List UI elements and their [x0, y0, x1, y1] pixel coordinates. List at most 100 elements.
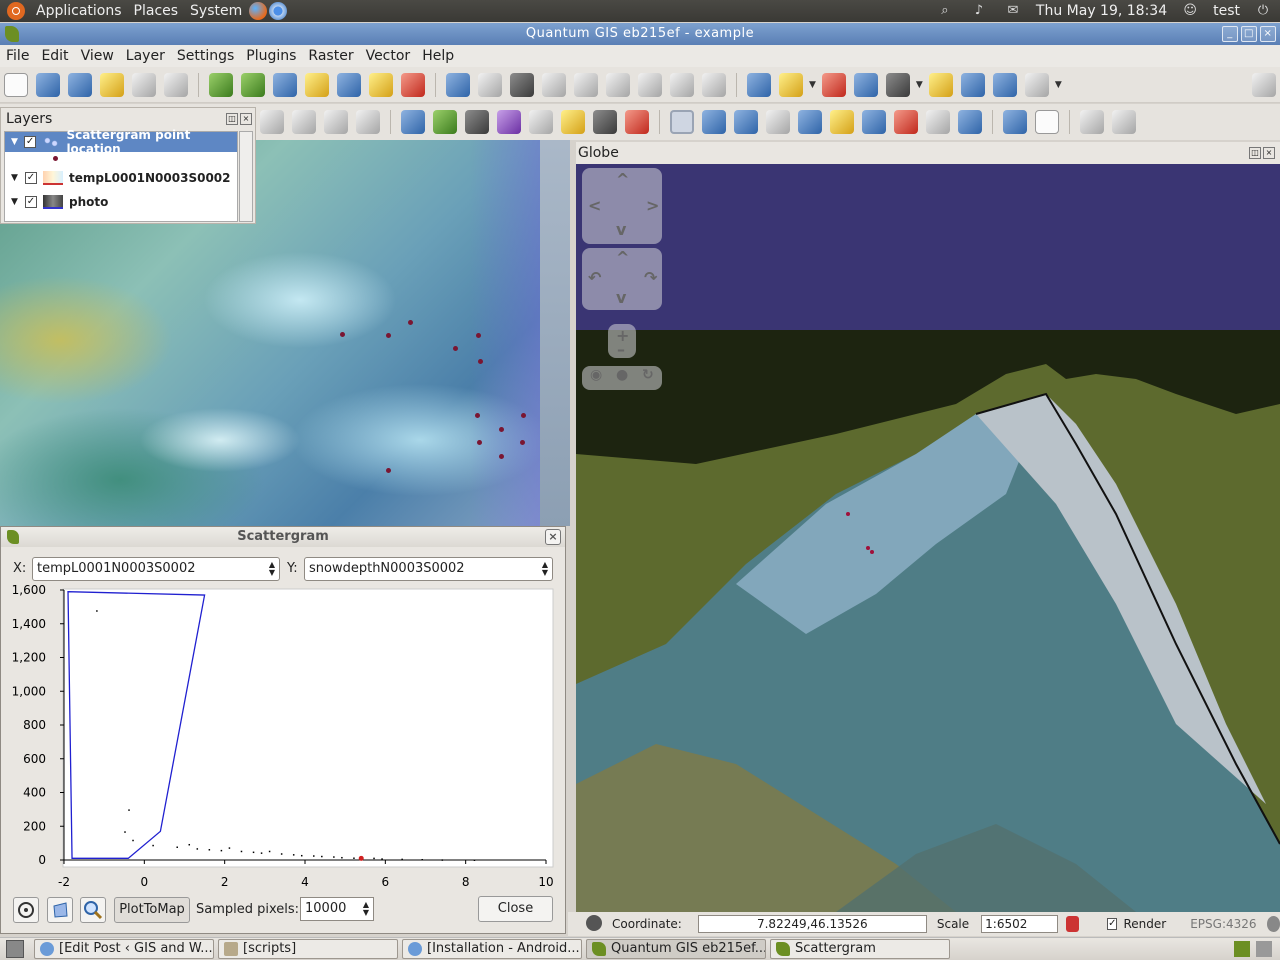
- close-panel-button[interactable]: ×: [240, 113, 252, 125]
- menu-edit[interactable]: Edit: [35, 48, 74, 64]
- identify-icon[interactable]: [747, 72, 771, 97]
- crs-status[interactable]: EPSG:4326: [1190, 917, 1256, 931]
- taskbar-item-qgis[interactable]: Quantum GIS eb215ef...: [586, 939, 766, 959]
- menu-help[interactable]: Help: [416, 48, 460, 64]
- add-raster-layer-icon[interactable]: [241, 72, 265, 97]
- attribute-table-icon[interactable]: [853, 72, 878, 97]
- digitizing-icon[interactable]: [292, 110, 316, 134]
- rotate-left-icon[interactable]: ↶: [588, 268, 601, 287]
- pan-down-icon[interactable]: v: [616, 220, 626, 239]
- rotate-icon[interactable]: [324, 110, 348, 134]
- scale-field[interactable]: 1:6502: [981, 915, 1058, 933]
- open-project-icon[interactable]: [36, 72, 60, 97]
- add-spatialite-layer-icon[interactable]: [305, 72, 329, 97]
- cut-features-icon[interactable]: [638, 72, 662, 97]
- menu-vector[interactable]: Vector: [360, 48, 417, 64]
- node-tool-icon[interactable]: [574, 72, 598, 97]
- minimize-button[interactable]: _: [1222, 26, 1238, 42]
- copy-features-icon[interactable]: [670, 72, 694, 97]
- r-plugin-icon[interactable]: [465, 110, 489, 134]
- system-menu[interactable]: System: [184, 3, 248, 19]
- map-tips-icon[interactable]: [928, 72, 953, 97]
- sampled-pixels-spinbox[interactable]: 10000 ▲ ▼: [300, 897, 374, 921]
- network-icon[interactable]: ⌕: [936, 3, 954, 19]
- close-button[interactable]: Close: [478, 896, 553, 922]
- zoom-plot-button[interactable]: [80, 897, 106, 923]
- taskbar-item-browser-1[interactable]: [Edit Post ‹ GIS and W...: [34, 939, 214, 959]
- refresh-icon[interactable]: [958, 110, 982, 134]
- zoom-full-icon[interactable]: [798, 110, 822, 134]
- globe-plugin-icon[interactable]: [401, 110, 425, 134]
- pan-up-icon[interactable]: ^: [616, 170, 629, 189]
- crs-icon[interactable]: [1266, 916, 1280, 932]
- home-nav-control[interactable]: ◉ ● ↻: [582, 366, 662, 390]
- remove-layer-icon[interactable]: [401, 72, 425, 97]
- new-project-icon[interactable]: [4, 72, 28, 97]
- histogram-icon[interactable]: [1080, 110, 1104, 134]
- render-checkbox[interactable]: ✓: [1107, 918, 1118, 930]
- tray-qgis-icon[interactable]: [1234, 941, 1250, 957]
- add-postgis-layer-icon[interactable]: [273, 72, 297, 97]
- zoom-nav-control[interactable]: + –: [608, 324, 636, 359]
- mouse-coordinate-icon[interactable]: [586, 915, 602, 931]
- delete-selected-icon[interactable]: [606, 72, 630, 97]
- annotation-icon[interactable]: [1024, 72, 1049, 97]
- pan-right-icon[interactable]: >: [646, 196, 659, 215]
- add-vector-layer-icon[interactable]: [209, 72, 233, 97]
- sync-icon[interactable]: ●: [616, 367, 628, 383]
- deselect-icon[interactable]: [821, 72, 846, 97]
- save-edits-icon[interactable]: [478, 72, 502, 97]
- menu-plugins[interactable]: Plugins: [240, 48, 302, 64]
- rotate-right-icon[interactable]: ↷: [644, 268, 657, 287]
- menu-file[interactable]: File: [0, 48, 35, 64]
- window-title-bar[interactable]: Quantum GIS eb215ef - example _ □ ×: [0, 23, 1280, 45]
- measure-icon[interactable]: [885, 72, 910, 97]
- save-project-icon[interactable]: [68, 72, 92, 97]
- layer-row-photo[interactable]: ▼ ✓ photo: [5, 190, 237, 214]
- zoom-last-icon[interactable]: [894, 110, 918, 134]
- menu-settings[interactable]: Settings: [171, 48, 240, 64]
- zoom-actual-icon[interactable]: [766, 110, 790, 134]
- pan-plot-button[interactable]: [13, 897, 39, 923]
- taskbar-item-browser-2[interactable]: [Installation - Android...: [402, 939, 582, 959]
- rotate-nav-control[interactable]: ^ ↶ ↷ v: [582, 248, 662, 310]
- select-dropdown-icon[interactable]: ▼: [809, 80, 816, 90]
- layer-row-temp[interactable]: ▼ ✓ tempL0001N0003S0002: [5, 166, 237, 190]
- label-icon[interactable]: [1252, 72, 1276, 97]
- plot-icon[interactable]: [625, 110, 649, 134]
- georeferencer-icon[interactable]: [260, 110, 284, 134]
- redo-icon[interactable]: [356, 110, 380, 134]
- expand-icon[interactable]: ▼: [11, 137, 20, 147]
- show-bookmarks-icon[interactable]: [992, 72, 1017, 97]
- layer-visibility-checkbox[interactable]: ✓: [25, 196, 37, 208]
- layer-visibility-checkbox[interactable]: ✓: [25, 172, 37, 184]
- draw-polygon-button[interactable]: [47, 897, 73, 923]
- pan-left-icon[interactable]: <: [588, 196, 601, 215]
- save-as-icon[interactable]: [100, 72, 124, 97]
- expand-icon[interactable]: ▼: [11, 173, 21, 183]
- float-globe-button[interactable]: ◫: [1249, 147, 1261, 159]
- gps-icon[interactable]: [1003, 110, 1027, 134]
- clock[interactable]: Thu May 19, 18:34: [1030, 3, 1173, 19]
- taskbar-item-folder[interactable]: [scripts]: [218, 939, 398, 959]
- raster-calc-icon[interactable]: [529, 110, 553, 134]
- maximize-button[interactable]: □: [1241, 26, 1257, 42]
- print-icon[interactable]: [164, 72, 188, 97]
- zoom-next-icon[interactable]: [926, 110, 950, 134]
- float-panel-button[interactable]: ◫: [226, 113, 238, 125]
- mail-icon[interactable]: ✉: [1004, 3, 1022, 19]
- expand-icon[interactable]: ▼: [11, 197, 21, 207]
- measure-dropdown-icon[interactable]: ▼: [916, 80, 923, 90]
- volume-icon[interactable]: ♪: [970, 3, 988, 19]
- layers-stack-icon[interactable]: [593, 110, 617, 134]
- menu-raster[interactable]: Raster: [302, 48, 359, 64]
- power-icon[interactable]: ⏻: [1254, 3, 1272, 19]
- show-desktop-icon[interactable]: [6, 940, 24, 958]
- places-menu[interactable]: Places: [128, 3, 185, 19]
- new-bookmark-icon[interactable]: [960, 72, 985, 97]
- zoom-out-icon[interactable]: [734, 110, 758, 134]
- applications-menu[interactable]: Applications: [30, 3, 128, 19]
- zoom-selection-icon[interactable]: [830, 110, 854, 134]
- firefox-launcher-icon[interactable]: [249, 2, 268, 20]
- spin-arrows-icon[interactable]: ▲ ▼: [363, 901, 369, 917]
